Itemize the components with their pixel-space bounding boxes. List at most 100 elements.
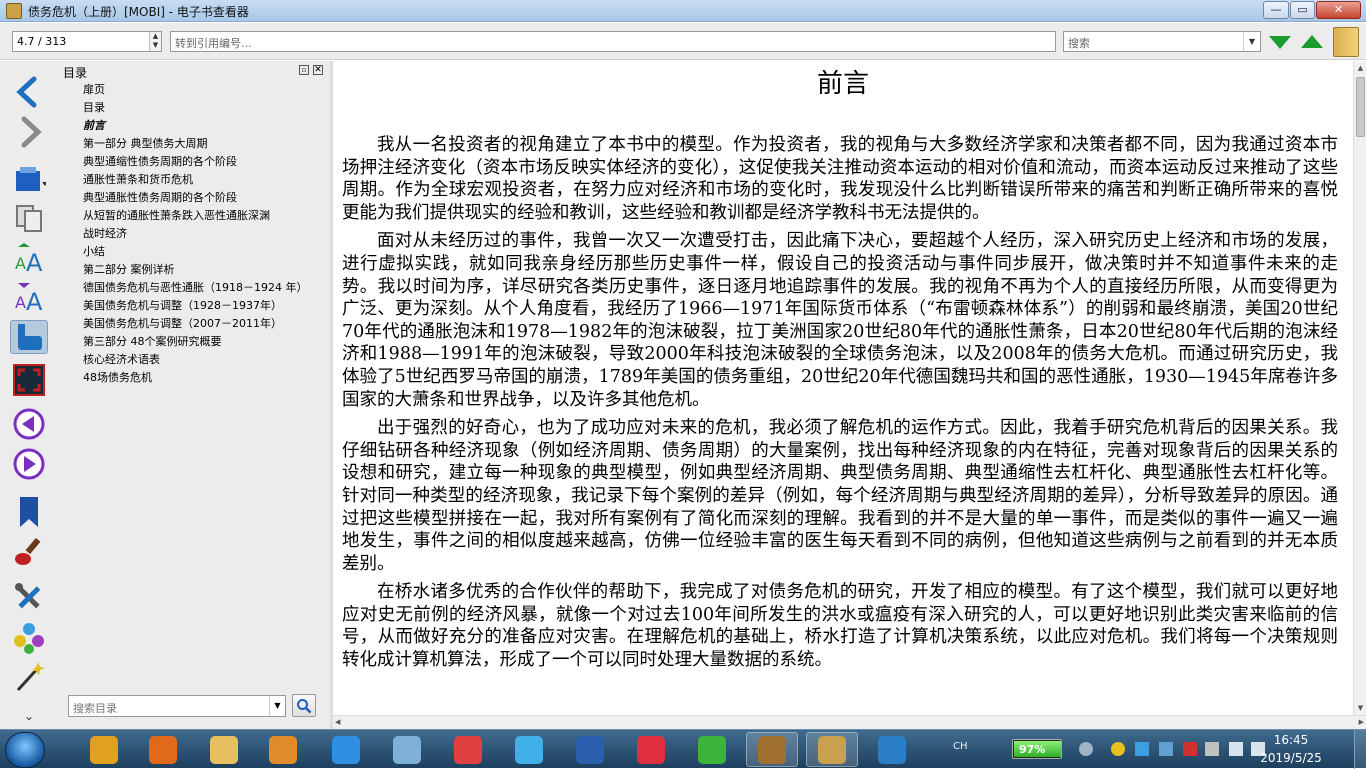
scroll-left-icon[interactable]: ◀ — [335, 716, 340, 729]
magic-wand-button[interactable] — [10, 660, 48, 694]
input-method-indicator[interactable]: CH — [953, 741, 968, 752]
usb-icon[interactable] — [1205, 742, 1219, 756]
toc-item[interactable]: 第二部分 案例详析 — [83, 262, 307, 280]
calibre-library-icon — [758, 735, 786, 764]
toc-item[interactable]: 前言 — [83, 118, 307, 136]
toc-item[interactable]: 通胀性萧条和货币危机 — [83, 172, 307, 190]
windows-taskbar: CH 97% 16:45 2019/5/25 — [0, 729, 1366, 769]
ebook-viewer-taskbar-button[interactable] — [806, 732, 858, 767]
theme-brush-button[interactable] — [10, 535, 48, 569]
clock-date[interactable]: 2019/5/25 — [1251, 751, 1331, 765]
notes-taskbar-button[interactable] — [381, 732, 433, 767]
toc-item[interactable]: 48场债务危机 — [83, 370, 307, 388]
toc-search-input[interactable]: 搜索目录 ▼ — [68, 695, 286, 717]
toc-item[interactable]: 美国债务危机与调整（1928－1937年） — [83, 298, 307, 316]
calibre-library-taskbar-button[interactable] — [746, 732, 798, 767]
minimize-button[interactable]: — — [1263, 1, 1289, 19]
file-explorer-taskbar-button[interactable] — [198, 732, 250, 767]
search-input[interactable]: 搜索 ▼ — [1063, 31, 1261, 52]
toc-item[interactable]: 美国债务危机与调整（2007－2011年） — [83, 316, 307, 334]
toc-list: 扉页 目录 前言 第一部分 典型债务大周期 典型通缩性债务周期的各个阶段 通胀性萧条和货币… — [83, 82, 307, 388]
bookmark-button[interactable] — [10, 495, 48, 529]
close-button[interactable]: ✕ — [1316, 1, 1361, 19]
previous-page-button[interactable] — [10, 407, 48, 441]
show-desktop-button[interactable] — [1354, 730, 1366, 769]
select-mode-icon — [18, 324, 42, 350]
spin-up-icon[interactable]: ▲ — [150, 32, 161, 41]
copy-button[interactable] — [10, 200, 48, 234]
iqiyi-taskbar-button[interactable] — [686, 732, 738, 767]
pdf-taskbar-button[interactable] — [442, 732, 494, 767]
next-page-icon — [13, 448, 45, 480]
wps-taskbar-button[interactable] — [320, 732, 372, 767]
preferences-icon — [15, 583, 41, 609]
cloud-drive-taskbar-button[interactable] — [503, 732, 555, 767]
forward-button[interactable] — [10, 115, 48, 149]
back-button[interactable] — [10, 75, 48, 109]
toc-item[interactable]: 从短暂的通胀性萧条跌入恶性通胀深渊 — [83, 208, 307, 226]
body-paragraph: 我从一名投资者的视角建立了本书中的模型。作为投资者，我的视角与大多数经济学家和决… — [342, 135, 1338, 223]
previous-page-icon — [13, 408, 45, 440]
toc-item[interactable]: 典型通胀性债务周期的各个阶段 — [83, 190, 307, 208]
scroll-up-icon[interactable]: ▲ — [1354, 61, 1366, 75]
select-mode-button[interactable] — [10, 320, 48, 354]
page-number-field[interactable]: 4.7 / 313 ▲ ▼ — [12, 31, 162, 52]
battery-indicator[interactable]: 97% — [1012, 739, 1062, 759]
scroll-right-icon[interactable]: ▶ — [1359, 716, 1364, 729]
network-icon[interactable] — [1229, 742, 1243, 756]
toc-item[interactable]: 小结 — [83, 244, 307, 262]
security-icon[interactable] — [1111, 742, 1125, 756]
search-dropdown-icon[interactable]: ▼ — [1243, 32, 1260, 51]
toc-search-button[interactable] — [292, 694, 316, 717]
clock-time[interactable]: 16:45 — [1261, 733, 1321, 747]
chrome-taskbar-button[interactable] — [78, 732, 130, 767]
book-content-view[interactable]: 前言 我从一名投资者的视角建立了本书中的模型。作为投资者，我的视角与大多数经济学… — [333, 61, 1353, 715]
scrollbar-thumb[interactable] — [1356, 77, 1365, 137]
toc-search-dropdown-icon[interactable]: ▼ — [269, 696, 285, 716]
media-player-taskbar-button[interactable] — [625, 732, 677, 767]
preferences-button[interactable] — [10, 580, 48, 614]
word-taskbar-button[interactable] — [564, 732, 616, 767]
toc-item[interactable]: 典型通缩性债务周期的各个阶段 — [83, 154, 307, 172]
fullscreen-button[interactable] — [10, 363, 48, 397]
network-manager-icon[interactable] — [1135, 742, 1149, 756]
font-larger-button[interactable]: AA — [10, 241, 48, 275]
page-spinner[interactable]: ▲ ▼ — [149, 32, 161, 51]
goto-reference-input[interactable]: 转到引用编号… — [170, 31, 1056, 52]
app-icon — [6, 3, 22, 19]
maximize-button[interactable]: ▭ — [1290, 1, 1315, 19]
toc-item[interactable]: 战时经济 — [83, 226, 307, 244]
plugins-icon — [14, 623, 44, 654]
toc-item[interactable]: 目录 — [83, 100, 307, 118]
start-button[interactable] — [5, 732, 45, 768]
svg-text:A: A — [26, 249, 43, 275]
horizontal-scrollbar[interactable]: ◀ ▶ — [333, 715, 1366, 729]
toc-item[interactable]: 扉页 — [83, 82, 307, 100]
firefox-taskbar-button[interactable] — [137, 732, 189, 767]
toc-item[interactable]: 德国债务危机与恶性通胀（1918－1924 年） — [83, 280, 307, 298]
find-next-icon[interactable] — [1267, 32, 1293, 52]
toc-close-icon[interactable]: ✕ — [313, 65, 323, 75]
plugins-button[interactable] — [10, 621, 48, 655]
video-player-taskbar-button[interactable] — [257, 732, 309, 767]
notification-icon[interactable] — [1183, 742, 1197, 756]
font-smaller-button[interactable]: AA — [10, 280, 48, 314]
scroll-down-icon[interactable]: ▼ — [1354, 701, 1366, 715]
vertical-scrollbar[interactable]: ▲ ▼ — [1353, 61, 1366, 715]
book-library-icon[interactable] — [1333, 27, 1359, 57]
next-page-button[interactable] — [10, 447, 48, 481]
toc-float-icon[interactable]: ▫ — [299, 65, 309, 75]
browser-taskbar-button[interactable] — [866, 732, 918, 767]
toc-item[interactable]: 第三部分 48个案例研究概要 — [83, 334, 307, 352]
battery-percent: 97% — [1019, 743, 1046, 756]
toc-item[interactable]: 第一部分 典型债务大周期 — [83, 136, 307, 154]
magic-wand-icon — [16, 662, 45, 692]
ebook-viewer-icon — [818, 735, 846, 764]
more-actions-icon[interactable]: ⌄ — [24, 709, 34, 723]
open-book-button[interactable] — [10, 162, 48, 196]
power-icon[interactable] — [1079, 742, 1093, 756]
toc-item[interactable]: 核心经济术语表 — [83, 352, 307, 370]
spin-down-icon[interactable]: ▼ — [150, 41, 161, 50]
find-previous-icon[interactable] — [1299, 32, 1325, 52]
tool-icon[interactable] — [1159, 742, 1173, 756]
